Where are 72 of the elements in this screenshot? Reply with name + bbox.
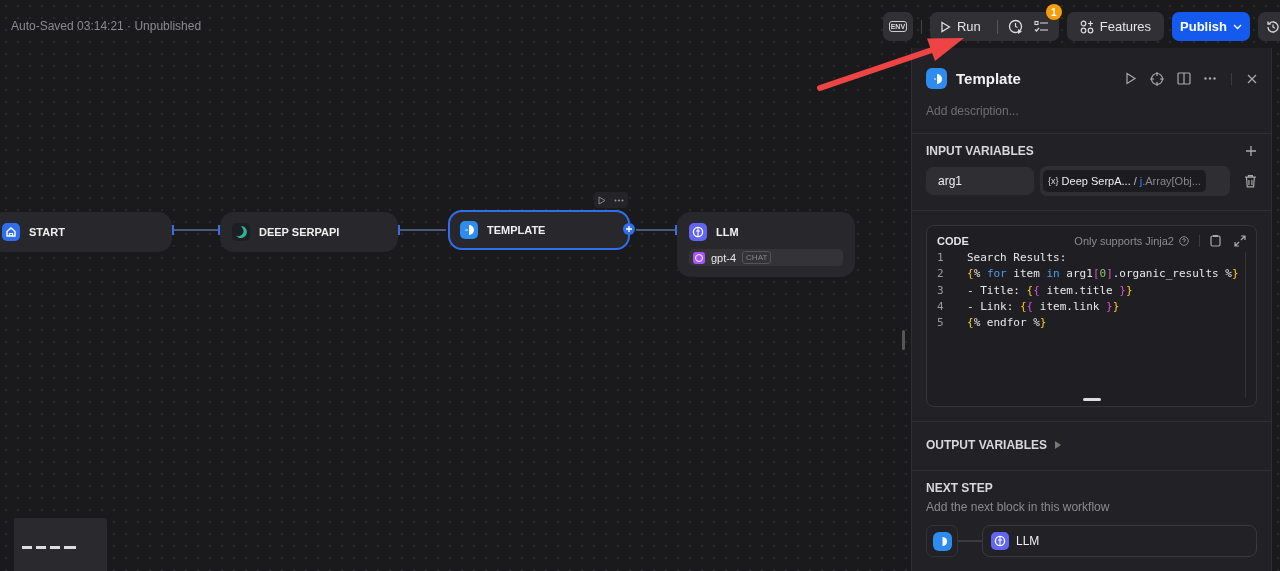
history-icon <box>1266 19 1280 34</box>
code-label: CODE <box>937 234 970 247</box>
trash-icon[interactable] <box>1244 174 1257 188</box>
source-type: Array[Obj... <box>1145 175 1201 187</box>
caret-icon <box>1233 23 1242 30</box>
publish-button[interactable]: Publish <box>1172 12 1250 41</box>
node-title: DEEP SERPAPI <box>259 226 340 238</box>
variable-name-field[interactable]: arg1 <box>926 167 1035 195</box>
output-variables-toggle[interactable]: OUTPUT VARIABLES <box>912 422 1271 456</box>
play-icon[interactable] <box>598 195 606 205</box>
line-number: 2 <box>937 266 945 283</box>
connector-line <box>635 225 677 235</box>
minimap[interactable] <box>14 518 107 571</box>
clipboard-icon[interactable] <box>1210 234 1221 247</box>
history-play-icon[interactable] <box>1007 18 1024 35</box>
variable-source-selector[interactable]: {x} Deep SerpA... / j.Array[Obj... <box>1040 166 1231 196</box>
add-icon[interactable] <box>1245 145 1257 157</box>
node-title: START <box>29 226 65 238</box>
checklist-icon[interactable] <box>1033 19 1049 34</box>
section-title: NEXT STEP <box>926 481 994 495</box>
blocks-icon <box>1079 19 1094 34</box>
resize-grip[interactable] <box>1082 398 1101 401</box>
notification-badge: 1 <box>1045 4 1062 20</box>
resize-handle[interactable] <box>902 330 905 350</box>
more-icon[interactable] <box>1204 77 1216 80</box>
play-icon <box>939 20 951 33</box>
caret-icon <box>1055 441 1062 449</box>
minimap-nodes-icon <box>22 544 78 550</box>
more-icon[interactable] <box>614 198 624 202</box>
workflow-node[interactable]: DEEP SERPAPI <box>220 212 398 252</box>
line-number: 3 <box>937 282 945 299</box>
code-editor[interactable]: CODE Only supports Jinja2 1 Search Results: 2 {% for item in arg1[0].organic_results %} 3 - Title: {{ item.title }} 4 - Link: {{ item.link }} 5 {% endfor %} <box>926 225 1257 407</box>
section-title: INPUT VARIABLES <box>926 144 1034 158</box>
connector-line <box>172 225 220 235</box>
book-icon[interactable] <box>1177 72 1191 85</box>
source-node-label: Deep SerpA... <box>1061 175 1131 187</box>
section-hint: Add the next block in this workflow <box>926 500 1111 514</box>
source-prefix: j. <box>1139 175 1146 187</box>
workflow-node[interactable]: TEMPLATE <box>448 210 630 250</box>
expand-icon[interactable] <box>1234 234 1246 247</box>
code-line: - Title: {{ item.title }} <box>967 282 1133 299</box>
model-name: gpt-4 <box>711 251 737 264</box>
code-line: {% for item in arg1[0].organic_results %} <box>967 266 1239 283</box>
close-icon[interactable] <box>1247 73 1257 84</box>
node-title: TEMPLATE <box>487 224 546 236</box>
home-icon <box>2 223 20 241</box>
help-icon[interactable] <box>1179 235 1189 246</box>
save-status: Auto-Saved 03:14:21 · Unpublished <box>11 19 202 33</box>
panel-title: Template <box>956 70 1022 87</box>
play-icon[interactable] <box>1125 72 1137 85</box>
workflow-node[interactable]: LLM gpt-4 CHAT <box>677 212 855 277</box>
node-title: LLM <box>716 226 739 238</box>
next-block[interactable]: LLM <box>982 525 1257 557</box>
run-button[interactable]: Run <box>933 19 987 34</box>
line-number: 1 <box>937 250 945 266</box>
description-field[interactable]: Add description... <box>926 103 1257 119</box>
features-button[interactable]: Features <box>1066 12 1165 41</box>
code-line: - Link: {{ item.link }} <box>967 298 1120 315</box>
model-icon <box>693 251 705 264</box>
workflow-node[interactable]: START <box>0 212 172 252</box>
line-number: 4 <box>937 298 945 315</box>
next-block-name: LLM <box>1016 534 1040 548</box>
jinja-hint: Only supports Jinja2 <box>1074 234 1174 247</box>
connector-line <box>398 225 447 235</box>
variable-icon: {x} <box>1048 176 1059 186</box>
model-tag: CHAT <box>742 251 772 264</box>
crosshair-icon[interactable] <box>1150 71 1164 86</box>
section-title: OUTPUT VARIABLES <box>926 438 1048 452</box>
code-line: {% endfor %} <box>967 315 1047 332</box>
code-line: Search Results: <box>967 250 1067 266</box>
line-number: 5 <box>937 315 945 332</box>
path-separator: / <box>1133 175 1137 187</box>
